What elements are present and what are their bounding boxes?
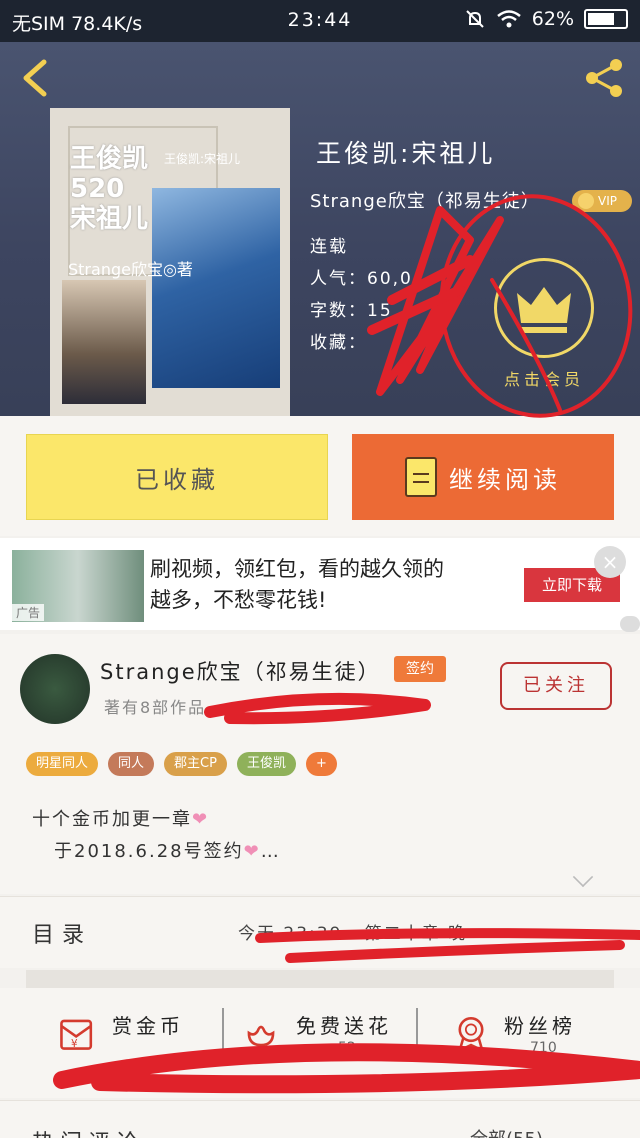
author-works-count: 著有8部作品	[104, 698, 207, 717]
ad-close-icon[interactable]: ×	[594, 546, 626, 578]
ad-text: 刷视频，领红包，看的越久领的 越多，不愁零花钱!	[150, 557, 444, 612]
cover-photo-blue	[152, 188, 280, 388]
signed-badge: 签约	[394, 656, 446, 682]
cover-title: 王俊凯 520 宋祖儿	[70, 144, 149, 234]
member-crown-button[interactable]	[494, 258, 594, 358]
reward-coins-label[interactable]: 赏金币	[112, 1010, 184, 1039]
expand-chevron-icon[interactable]	[572, 866, 594, 888]
author-avatar[interactable]	[20, 654, 90, 724]
share-icon[interactable]	[582, 56, 626, 100]
cover-author: Strange欣宝◎著	[68, 260, 193, 279]
ad-banner[interactable]: 广告 刷视频，领红包，看的越久领的 越多，不愁零花钱! 立即下载 ×	[0, 538, 640, 630]
author-intro: 十个金币加更一章❤ 于2018.6.28号签约❤…	[32, 809, 281, 862]
all-comments-link[interactable]: 全部(55)	[470, 1125, 543, 1138]
heart-icon: ❤	[192, 809, 210, 830]
hot-comments-header: 热门评论 全部(55)	[0, 1100, 640, 1138]
book-pen-name[interactable]: Strange欣宝（祁易生徒）	[310, 187, 540, 213]
stats-row: ¥ 赏金币 免费送花 52 粉丝榜 710	[0, 988, 640, 1098]
catalog-update: 今天 23:39 · 第二十章 晚	[238, 924, 468, 944]
status-bar: 无SIM 78.4K/s 23:44 62%	[0, 0, 640, 42]
action-bar: 已收藏 继续阅读	[0, 416, 640, 536]
fans-ranking-value: 710	[530, 1040, 557, 1056]
mute-bell-icon	[466, 10, 484, 28]
book-detail-page: 无SIM 78.4K/s 23:44 62% 王俊凯 520 宋祖儿 王俊凯:宋…	[0, 0, 640, 1138]
book-word-count: 字数：15	[310, 301, 393, 321]
fans-ranking-label[interactable]: 粉丝榜	[504, 1010, 576, 1039]
hot-comments-label: 热门评论	[32, 1125, 144, 1138]
ad-tag: 广告	[12, 604, 45, 621]
catalog-row[interactable]: 目录 今天 23:39 · 第二十章 晚	[0, 896, 640, 968]
book-header: 王俊凯 520 宋祖儿 王俊凯:宋祖儿 Strange欣宝◎著 王俊凯:宋祖儿 …	[0, 42, 640, 416]
wifi-icon	[496, 10, 521, 28]
follow-button[interactable]: 已关注	[500, 662, 612, 710]
coin-envelope-icon[interactable]: ¥	[58, 1014, 96, 1052]
catalog-label: 目录	[32, 923, 93, 948]
author-name[interactable]: Strange欣宝（祁易生徒）	[100, 656, 381, 686]
book-status: 连载	[310, 237, 348, 257]
status-icons: 62%	[464, 8, 628, 30]
heart-icon: ❤	[243, 841, 261, 862]
back-arrow-icon[interactable]	[16, 56, 56, 100]
tag-2[interactable]: 郡主CP	[164, 752, 227, 776]
flower-icon[interactable]	[242, 1014, 280, 1052]
medal-icon[interactable]	[452, 1014, 490, 1052]
free-flowers-value: 52	[338, 1040, 356, 1056]
divider	[222, 1008, 224, 1056]
tag-3[interactable]: 王俊凯	[236, 752, 296, 776]
free-flowers-label[interactable]: 免费送花	[296, 1010, 392, 1039]
ad-choices-icon[interactable]	[620, 616, 640, 632]
battery-percent: 62%	[531, 8, 574, 30]
vip-badge: VIP	[572, 190, 632, 212]
cover-subtitle: 王俊凯:宋祖儿	[164, 152, 241, 166]
tag-list: 明星同人 同人 郡主CP 王俊凯 +	[26, 752, 337, 776]
tag-0[interactable]: 明星同人	[26, 752, 99, 776]
battery-icon	[584, 9, 628, 29]
add-tag-button[interactable]: +	[305, 752, 337, 776]
book-title: 王俊凯:宋祖儿	[316, 139, 496, 168]
book-popularity: 人气：60,0	[310, 269, 413, 289]
book-collections: 收藏：	[310, 333, 367, 353]
divider	[416, 1008, 418, 1056]
book-cover[interactable]: 王俊凯 520 宋祖儿 王俊凯:宋祖儿 Strange欣宝◎著	[50, 108, 290, 416]
favorited-button[interactable]: 已收藏	[26, 434, 328, 520]
svg-text:¥: ¥	[71, 1038, 78, 1050]
vip-crown-icon	[578, 193, 594, 209]
crown-icon	[517, 287, 571, 333]
cover-photo-portrait	[62, 280, 146, 404]
member-button-label[interactable]: 点击会员	[504, 366, 584, 390]
tag-1[interactable]: 同人	[108, 752, 155, 776]
continue-reading-label: 继续阅读	[449, 465, 561, 494]
author-section: Strange欣宝（祁易生徒） 签约 著有8部作品 已关注 明星同人 同人 郡主…	[0, 634, 640, 894]
book-icon	[405, 457, 437, 497]
section-divider	[26, 970, 614, 988]
continue-reading-button[interactable]: 继续阅读	[352, 434, 614, 520]
